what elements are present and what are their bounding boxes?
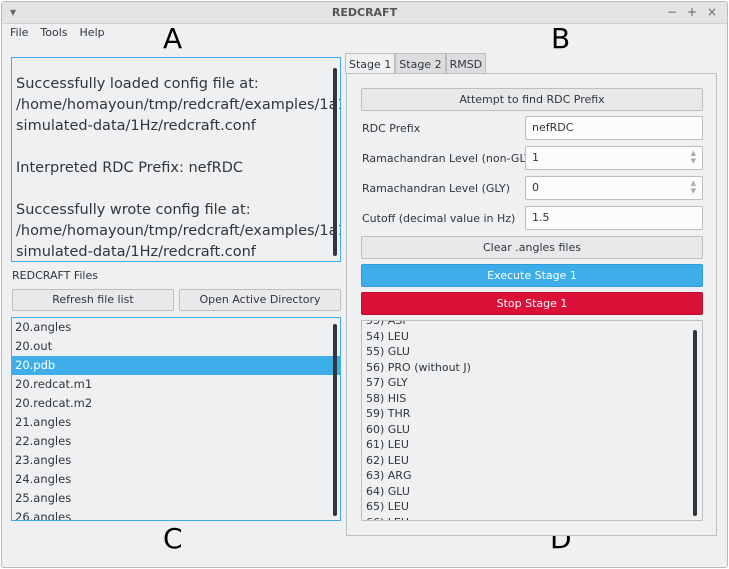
annotation-c: C <box>163 522 183 555</box>
log-scrollbar[interactable] <box>333 68 337 256</box>
file-list-item[interactable]: 25.angles <box>12 489 340 508</box>
close-icon[interactable]: × <box>707 5 717 19</box>
title-bar: ▾ REDCRAFT − + × <box>2 2 727 24</box>
file-list-item[interactable]: 20.angles <box>12 318 340 337</box>
residue-list-item[interactable]: 58) HIS <box>362 391 702 407</box>
maximize-icon[interactable]: + <box>687 5 697 19</box>
rama-nongly-value: 1 <box>532 151 539 164</box>
find-rdc-prefix-button[interactable]: Attempt to find RDC Prefix <box>361 88 703 111</box>
log-line: Interpreted RDC Prefix: nefRDC <box>16 160 244 176</box>
refresh-file-list-button[interactable]: Refresh file list <box>12 289 174 311</box>
menu-tools[interactable]: Tools <box>40 26 67 39</box>
residue-list-item[interactable]: 59) THR <box>362 406 702 422</box>
residue-list-item[interactable]: 61) LEU <box>362 437 702 453</box>
tab-bar: Stage 1 Stage 2 RMSD <box>345 53 487 74</box>
stop-stage1-button[interactable]: Stop Stage 1 <box>361 292 703 315</box>
log-output[interactable]: Successfully loaded config file at: /hom… <box>11 57 341 262</box>
residue-list-item[interactable]: 56) PRO (without J) <box>362 360 702 376</box>
residue-list-item[interactable]: 65) LEU <box>362 499 702 515</box>
residue-list-item[interactable]: 60) GLU <box>362 422 702 438</box>
files-label: REDCRAFT Files <box>12 269 98 282</box>
execute-stage1-button[interactable]: Execute Stage 1 <box>361 264 703 287</box>
log-line: Successfully wrote config file at: /home… <box>16 202 341 260</box>
cutoff-input[interactable]: 1.5 <box>525 206 703 230</box>
residue-list-item[interactable]: 63) ARG <box>362 468 702 484</box>
file-list-item[interactable]: 26.angles <box>12 508 340 520</box>
rama-gly-spinbox[interactable]: 0 ▲ ▼ <box>525 176 703 200</box>
file-list-item[interactable]: 20.redcat.m2 <box>12 394 340 413</box>
file-list-scrollbar[interactable] <box>333 324 337 516</box>
annotation-b: B <box>551 22 571 55</box>
file-list-item[interactable]: 24.angles <box>12 470 340 489</box>
rdc-prefix-label: RDC Prefix <box>362 122 421 135</box>
cutoff-label: Cutoff (decimal value in Hz) <box>362 212 516 225</box>
rama-nongly-spinbox[interactable]: 1 ▲ ▼ <box>525 146 703 170</box>
menu-help[interactable]: Help <box>80 26 105 39</box>
menu-file[interactable]: File <box>10 26 28 39</box>
tab-rmsd[interactable]: RMSD <box>445 53 487 74</box>
residue-list-item[interactable]: 54) LEU <box>362 329 702 345</box>
residue-list-item[interactable]: 57) GLY <box>362 375 702 391</box>
tab-stage-1[interactable]: Stage 1 <box>345 53 396 74</box>
residue-list-item[interactable]: 55) GLU <box>362 344 702 360</box>
file-list-item[interactable]: 22.angles <box>12 432 340 451</box>
open-active-directory-button[interactable]: Open Active Directory <box>179 289 341 311</box>
rama-gly-value: 0 <box>532 181 539 194</box>
residue-list-item[interactable]: 66) LEU <box>362 515 702 521</box>
clear-angles-button[interactable]: Clear .angles files <box>361 236 703 259</box>
log-line: Successfully loaded config file at: /hom… <box>16 76 341 134</box>
residue-list-item[interactable]: 53) ASP <box>362 321 702 329</box>
window-title: REDCRAFT <box>331 6 398 19</box>
rdc-prefix-input[interactable]: nefRDC <box>525 116 703 140</box>
tab-stage-2[interactable]: Stage 2 <box>395 53 446 74</box>
file-list-item[interactable]: 21.angles <box>12 413 340 432</box>
file-list-item[interactable]: 23.angles <box>12 451 340 470</box>
annotation-a: A <box>163 22 183 55</box>
menu-bar: File Tools Help <box>10 26 105 39</box>
minimize-icon[interactable]: − <box>667 5 677 19</box>
residue-list-item[interactable]: 64) GLU <box>362 484 702 500</box>
spin-arrows-icon[interactable]: ▲ ▼ <box>691 179 696 195</box>
rama-gly-label: Ramachandran Level (GLY) <box>362 182 511 195</box>
spin-arrows-icon[interactable]: ▲ ▼ <box>691 149 696 165</box>
file-list-item[interactable]: 20.redcat.m1 <box>12 375 340 394</box>
residue-list[interactable]: 53) ASP 54) LEU 55) GLU 56) PRO (without J)… <box>361 320 703 521</box>
residue-list-scrollbar[interactable] <box>693 330 697 516</box>
residue-list-item[interactable]: 62) LEU <box>362 453 702 469</box>
file-list[interactable]: 20.angles 20.out 20.pdb 20.redcat.m1 20.redc… <box>11 317 341 521</box>
file-list-item[interactable]: 20.out <box>12 337 340 356</box>
rama-nongly-label: Ramachandran Level (non-GLY) <box>362 152 536 165</box>
file-list-item[interactable]: 20.pdb <box>12 356 340 375</box>
